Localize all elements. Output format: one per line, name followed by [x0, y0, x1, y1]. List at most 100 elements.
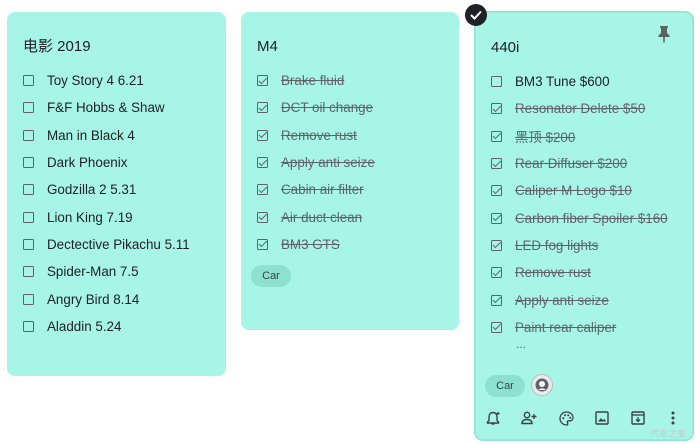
list-item[interactable]: Dark Phoenix — [23, 149, 218, 176]
list-item[interactable]: BM3 GTS — [257, 231, 451, 258]
checkbox-checked[interactable] — [491, 321, 502, 333]
list-item[interactable]: Spider-Man 7.5 — [23, 258, 218, 285]
list-item-text: Dectective Pikachu 5.11 — [47, 236, 190, 252]
list-item-text: DCT oil change — [281, 100, 374, 116]
list-item[interactable]: Air duct clean — [257, 203, 451, 230]
note-card-movies[interactable]: 电影 2019 Toy Story 4 6.21 F&F Hobbs & Sha… — [7, 12, 226, 376]
list-item[interactable]: LED fog lights — [491, 232, 684, 259]
checkbox-checked[interactable] — [257, 157, 268, 169]
checkbox-checked[interactable] — [491, 158, 502, 170]
image-icon[interactable] — [593, 409, 611, 427]
pin-icon[interactable] — [657, 25, 671, 48]
note-title[interactable]: M4 — [257, 38, 278, 56]
palette-icon[interactable] — [557, 409, 575, 427]
checklist: BM3 Tune $600 Resonator Delete $50 黑顶 $2… — [491, 68, 684, 341]
checkbox-checked[interactable] — [257, 238, 268, 250]
list-item[interactable]: Apply anti seize — [491, 286, 684, 313]
checkbox[interactable] — [23, 266, 34, 278]
list-item[interactable]: Man in Black 4 — [23, 122, 218, 149]
list-item-text: BM3 GTS — [281, 236, 340, 252]
label-chip[interactable]: Car — [485, 375, 525, 397]
list-item-text: Rear Diffuser $200 — [515, 156, 628, 172]
list-item-text: Man in Black 4 — [47, 127, 135, 143]
avatar-icon — [535, 378, 549, 392]
list-item[interactable]: Aladdin 5.24 — [23, 313, 218, 340]
checkbox-checked[interactable] — [257, 102, 268, 114]
checkbox[interactable] — [23, 184, 34, 196]
checkbox-checked[interactable] — [257, 211, 268, 223]
list-item[interactable]: 黑顶 $200 — [491, 123, 684, 150]
list-item-text: Godzilla 2 5.31 — [47, 182, 137, 198]
checkbox-checked[interactable] — [491, 267, 502, 279]
checkbox[interactable] — [23, 238, 34, 250]
checkbox[interactable] — [23, 320, 34, 332]
list-item[interactable]: Toy Story 4 6.21 — [23, 67, 218, 94]
checkbox-checked[interactable] — [491, 294, 502, 306]
list-item[interactable]: Rear Diffuser $200 — [491, 150, 684, 177]
list-item-text: 黑顶 $200 — [515, 130, 576, 146]
reminder-icon[interactable] — [484, 409, 502, 427]
list-item-text: Spider-Man 7.5 — [47, 264, 139, 280]
list-item-text: Remove rust — [515, 265, 591, 281]
list-item-text: Apply anti seize — [281, 155, 375, 171]
collaborator-icon[interactable] — [520, 409, 538, 427]
list-item-text: Aladdin 5.24 — [47, 318, 122, 334]
list-item-text: Brake fluid — [281, 73, 345, 89]
more-items-indicator[interactable]: ... — [516, 337, 526, 351]
list-item[interactable]: Angry Bird 8.14 — [23, 285, 218, 312]
checkbox[interactable] — [23, 157, 34, 169]
list-item[interactable]: DCT oil change — [257, 94, 451, 121]
list-item[interactable]: Brake fluid — [257, 67, 451, 94]
list-item-text: Apply anti seize — [515, 292, 609, 308]
list-item-text: LED fog lights — [515, 237, 599, 253]
list-item[interactable]: Caliper M Logo $10 — [491, 177, 684, 204]
checkbox[interactable] — [491, 76, 502, 88]
collaborator-avatar[interactable] — [531, 374, 553, 396]
note-title[interactable]: 电影 2019 — [23, 38, 91, 56]
checkbox-checked[interactable] — [491, 212, 502, 224]
list-item[interactable]: Lion King 7.19 — [23, 203, 218, 230]
note-title[interactable]: 440i — [491, 39, 519, 57]
list-item-text: Cabin air filter — [281, 182, 364, 198]
checkbox[interactable] — [23, 75, 34, 87]
archive-icon[interactable] — [629, 409, 647, 427]
checkbox[interactable] — [23, 211, 34, 223]
list-item[interactable]: Carbon fiber Spoiler $160 — [491, 204, 684, 231]
checkbox-checked[interactable] — [491, 130, 502, 142]
list-item[interactable]: Remove rust — [491, 259, 684, 286]
list-item-text: Angry Bird 8.14 — [47, 291, 140, 307]
select-note-check-icon[interactable] — [465, 4, 487, 26]
list-item[interactable]: Godzilla 2 5.31 — [23, 176, 218, 203]
list-item[interactable]: F&F Hobbs & Shaw — [23, 94, 218, 121]
list-item[interactable]: Dectective Pikachu 5.11 — [23, 231, 218, 258]
note-card-m4[interactable]: M4 Brake fluid DCT oil change Remove rus… — [241, 12, 459, 330]
checkbox-checked[interactable] — [491, 239, 502, 251]
list-item-text: BM3 Tune $600 — [515, 74, 610, 90]
list-item-text: Caliper M Logo $10 — [515, 183, 632, 199]
checkbox-checked[interactable] — [257, 184, 268, 196]
list-item[interactable]: BM3 Tune $600 — [491, 68, 684, 95]
list-item-text: Dark Phoenix — [47, 155, 128, 171]
list-item[interactable]: Resonator Delete $50 — [491, 95, 684, 122]
list-item-text: Air duct clean — [281, 209, 363, 225]
list-item[interactable]: Apply anti seize — [257, 149, 451, 176]
checkbox-checked[interactable] — [491, 103, 502, 115]
checkbox-checked[interactable] — [257, 129, 268, 141]
checkbox-checked[interactable] — [491, 185, 502, 197]
checkbox[interactable] — [23, 293, 34, 305]
label-chip[interactable]: Car — [251, 265, 291, 287]
list-item-text: Lion King 7.19 — [47, 209, 133, 225]
more-icon[interactable] — [664, 409, 682, 427]
list-item-text: Paint rear caliper — [515, 319, 617, 335]
list-item-text: F&F Hobbs & Shaw — [47, 100, 165, 116]
checklist: Toy Story 4 6.21 F&F Hobbs & Shaw Man in… — [23, 67, 218, 340]
checkbox-checked[interactable] — [257, 75, 268, 87]
list-item[interactable]: Cabin air filter — [257, 176, 451, 203]
checklist: Brake fluid DCT oil change Remove rust A… — [257, 67, 451, 258]
list-item[interactable]: Remove rust — [257, 122, 451, 149]
checkbox[interactable] — [23, 129, 34, 141]
list-item-text: Toy Story 4 6.21 — [47, 73, 144, 89]
list-item-text: Remove rust — [281, 127, 357, 143]
note-card-440i[interactable]: 440i BM3 Tune $600 Resonator Delete $50 … — [475, 12, 693, 440]
checkbox[interactable] — [23, 102, 34, 114]
